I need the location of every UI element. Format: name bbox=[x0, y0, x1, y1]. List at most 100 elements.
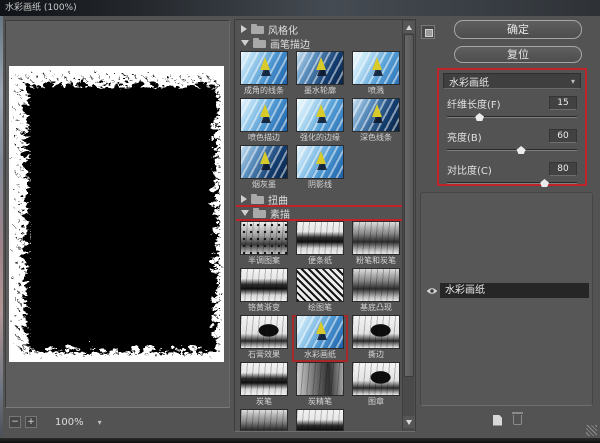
triangle-collapsed-icon[interactable] bbox=[241, 25, 247, 33]
filter-thumb-粉笔和炭笔[interactable]: 粉笔和炭笔 bbox=[348, 221, 404, 268]
category-label: 扭曲 bbox=[268, 192, 288, 207]
zoom-dropdown-chevron-icon[interactable]: ▾ bbox=[98, 418, 102, 427]
zoom-in-button[interactable]: + bbox=[25, 416, 37, 428]
zoom-level-value: 100% bbox=[55, 417, 84, 428]
filter-thumb-半调图案[interactable]: 半调图案 bbox=[236, 221, 292, 268]
category-label: 画笔描边 bbox=[270, 36, 310, 51]
filter-thumb-墨水轮廓[interactable]: 墨水轮廓 bbox=[292, 51, 348, 98]
thumbnail-image[interactable] bbox=[296, 98, 344, 132]
thumbnail-image[interactable] bbox=[240, 145, 288, 179]
filter-thumb-基底凸现[interactable]: 基底凸现 bbox=[348, 268, 404, 315]
filter-thumb-喷溅[interactable]: 喷溅 bbox=[348, 51, 404, 98]
scrollbar[interactable] bbox=[402, 20, 414, 431]
parameter-label: 纤维长度(F) bbox=[447, 96, 501, 111]
filter-select-dropdown[interactable]: 水彩画纸 ▾ bbox=[443, 73, 581, 89]
thumbnail-label: 喷色描边 bbox=[248, 132, 280, 143]
thumbnail-image[interactable] bbox=[296, 315, 344, 349]
filter-thumb-烟灰墨[interactable]: 烟灰墨 bbox=[236, 145, 292, 192]
parameter-value-field[interactable]: 60 bbox=[549, 129, 577, 143]
category-header-1[interactable]: 画笔描边 bbox=[236, 37, 404, 49]
scroll-up-button[interactable] bbox=[403, 21, 415, 33]
thumbnail-image[interactable] bbox=[296, 362, 344, 396]
thumbnail-image[interactable] bbox=[296, 221, 344, 255]
parameter-1: 亮度(B) 60 bbox=[447, 129, 577, 155]
slider-track[interactable] bbox=[447, 145, 577, 155]
scrollbar-thumb[interactable] bbox=[404, 34, 414, 377]
triangle-expanded-icon[interactable] bbox=[241, 40, 249, 46]
filter-thumb-水彩画纸[interactable]: 水彩画纸 bbox=[292, 315, 348, 362]
thumbnail-label: 半调图案 bbox=[248, 255, 280, 266]
parameter-label: 亮度(B) bbox=[447, 129, 482, 144]
ok-button[interactable]: 确定 bbox=[454, 20, 582, 39]
filter-thumb-阴影线[interactable]: 阴影线 bbox=[292, 145, 348, 192]
reset-button[interactable]: 复位 bbox=[454, 46, 582, 63]
slider-track[interactable] bbox=[447, 178, 577, 188]
filter-thumb-炭笔[interactable]: 炭笔 bbox=[236, 362, 292, 409]
thumbnail-image[interactable] bbox=[240, 221, 288, 255]
filter-thumb-图章[interactable]: 图章 bbox=[348, 362, 404, 409]
filter-category-panel: 风格化画笔描边成角的线条墨水轮廓喷溅喷色描边 强化的边缘深色线条烟灰墨 阴影线扭曲素… bbox=[234, 19, 416, 432]
preview-area[interactable] bbox=[5, 20, 230, 408]
filter-thumb-partial[interactable] bbox=[236, 409, 292, 431]
title-bar[interactable]: 水彩画纸 (100%) bbox=[0, 0, 600, 16]
scroll-down-button[interactable] bbox=[403, 416, 415, 428]
slider-thumb[interactable] bbox=[475, 113, 484, 121]
thumbnail-label: 烟灰墨 bbox=[252, 179, 276, 190]
filter-thumb-铬黄渐变[interactable]: 铬黄渐变 bbox=[236, 268, 292, 315]
hide-thumbnails-button[interactable] bbox=[421, 25, 435, 39]
thumbnail-grid: 成角的线条墨水轮廓喷溅喷色描边 强化的边缘深色线条烟灰墨 阴影线 bbox=[236, 51, 404, 192]
filter-thumb-便条纸[interactable]: 便条纸 bbox=[292, 221, 348, 268]
thumbnail-image[interactable] bbox=[296, 51, 344, 85]
thumbnail-image[interactable] bbox=[352, 51, 400, 85]
slider-thumb[interactable] bbox=[517, 146, 526, 154]
thumbnail-image[interactable] bbox=[240, 98, 288, 132]
filter-thumb-绘图笔[interactable]: 绘图笔 bbox=[292, 268, 348, 315]
slider-line bbox=[447, 116, 577, 118]
category-header-0[interactable]: 风格化 bbox=[236, 23, 404, 35]
filter-thumb-深色线条[interactable]: 深色线条 bbox=[348, 98, 404, 145]
filter-thumb-强化的边缘[interactable]: 强化的边缘 bbox=[292, 98, 348, 145]
thumbnail-image[interactable] bbox=[240, 51, 288, 85]
filter-thumb-撕边[interactable]: 撕边 bbox=[348, 315, 404, 362]
parameter-2: 对比度(C)80 bbox=[447, 162, 577, 188]
thumbnail-image[interactable] bbox=[352, 221, 400, 255]
thumbnail-image[interactable] bbox=[240, 409, 288, 431]
thumbnail-label: 深色线条 bbox=[360, 132, 392, 143]
folder-icon bbox=[251, 196, 264, 204]
thumbnail-image[interactable] bbox=[352, 315, 400, 349]
category-header-3[interactable]: 素描 bbox=[236, 207, 404, 219]
category-header-2[interactable]: 扭曲 bbox=[236, 193, 404, 205]
resize-grip-icon[interactable] bbox=[586, 425, 597, 436]
triangle-expanded-icon[interactable] bbox=[241, 210, 249, 216]
thumbnail-image[interactable] bbox=[352, 98, 400, 132]
effect-layer-row[interactable]: 水彩画纸 bbox=[423, 283, 589, 298]
thumbnail-label: 铬黄渐变 bbox=[248, 302, 280, 313]
thumbnail-image[interactable] bbox=[352, 268, 400, 302]
thumbnail-image[interactable] bbox=[296, 268, 344, 302]
thumbnail-image[interactable] bbox=[240, 268, 288, 302]
new-effect-layer-icon[interactable] bbox=[493, 415, 502, 426]
filter-thumb-石膏效果[interactable]: 石膏效果 bbox=[236, 315, 292, 362]
thumbnail-image[interactable] bbox=[240, 362, 288, 396]
thumbnail-label: 基底凸现 bbox=[360, 302, 392, 313]
filter-thumb-成角的线条[interactable]: 成角的线条 bbox=[236, 51, 292, 98]
filter-thumb-partial[interactable] bbox=[292, 409, 348, 431]
thumbnail-label: 炭精笔 bbox=[308, 396, 332, 407]
filter-thumb-喷色描边[interactable]: 喷色描边 bbox=[236, 98, 292, 145]
filter-category-list: 风格化画笔描边成角的线条墨水轮廓喷溅喷色描边 强化的边缘深色线条烟灰墨 阴影线扭曲素… bbox=[236, 20, 404, 431]
parameter-value-field[interactable]: 15 bbox=[549, 96, 577, 110]
zoom-out-button[interactable]: − bbox=[9, 416, 21, 428]
slider-track[interactable] bbox=[447, 112, 577, 122]
slider-thumb[interactable] bbox=[540, 179, 549, 187]
thumbnail-image[interactable] bbox=[240, 315, 288, 349]
visibility-eye-icon[interactable] bbox=[423, 287, 440, 295]
triangle-collapsed-icon[interactable] bbox=[241, 195, 247, 203]
delete-effect-layer-icon[interactable] bbox=[513, 415, 522, 425]
background-image-edge bbox=[0, 16, 3, 437]
thumbnail-image[interactable] bbox=[296, 409, 344, 431]
thumbnail-image[interactable] bbox=[296, 145, 344, 179]
thumbnail-image[interactable] bbox=[352, 362, 400, 396]
parameter-value-field[interactable]: 80 bbox=[549, 162, 577, 176]
parameter-0: 纤维长度(F) 15 bbox=[447, 96, 577, 122]
filter-thumb-炭精笔[interactable]: 炭精笔 bbox=[292, 362, 348, 409]
